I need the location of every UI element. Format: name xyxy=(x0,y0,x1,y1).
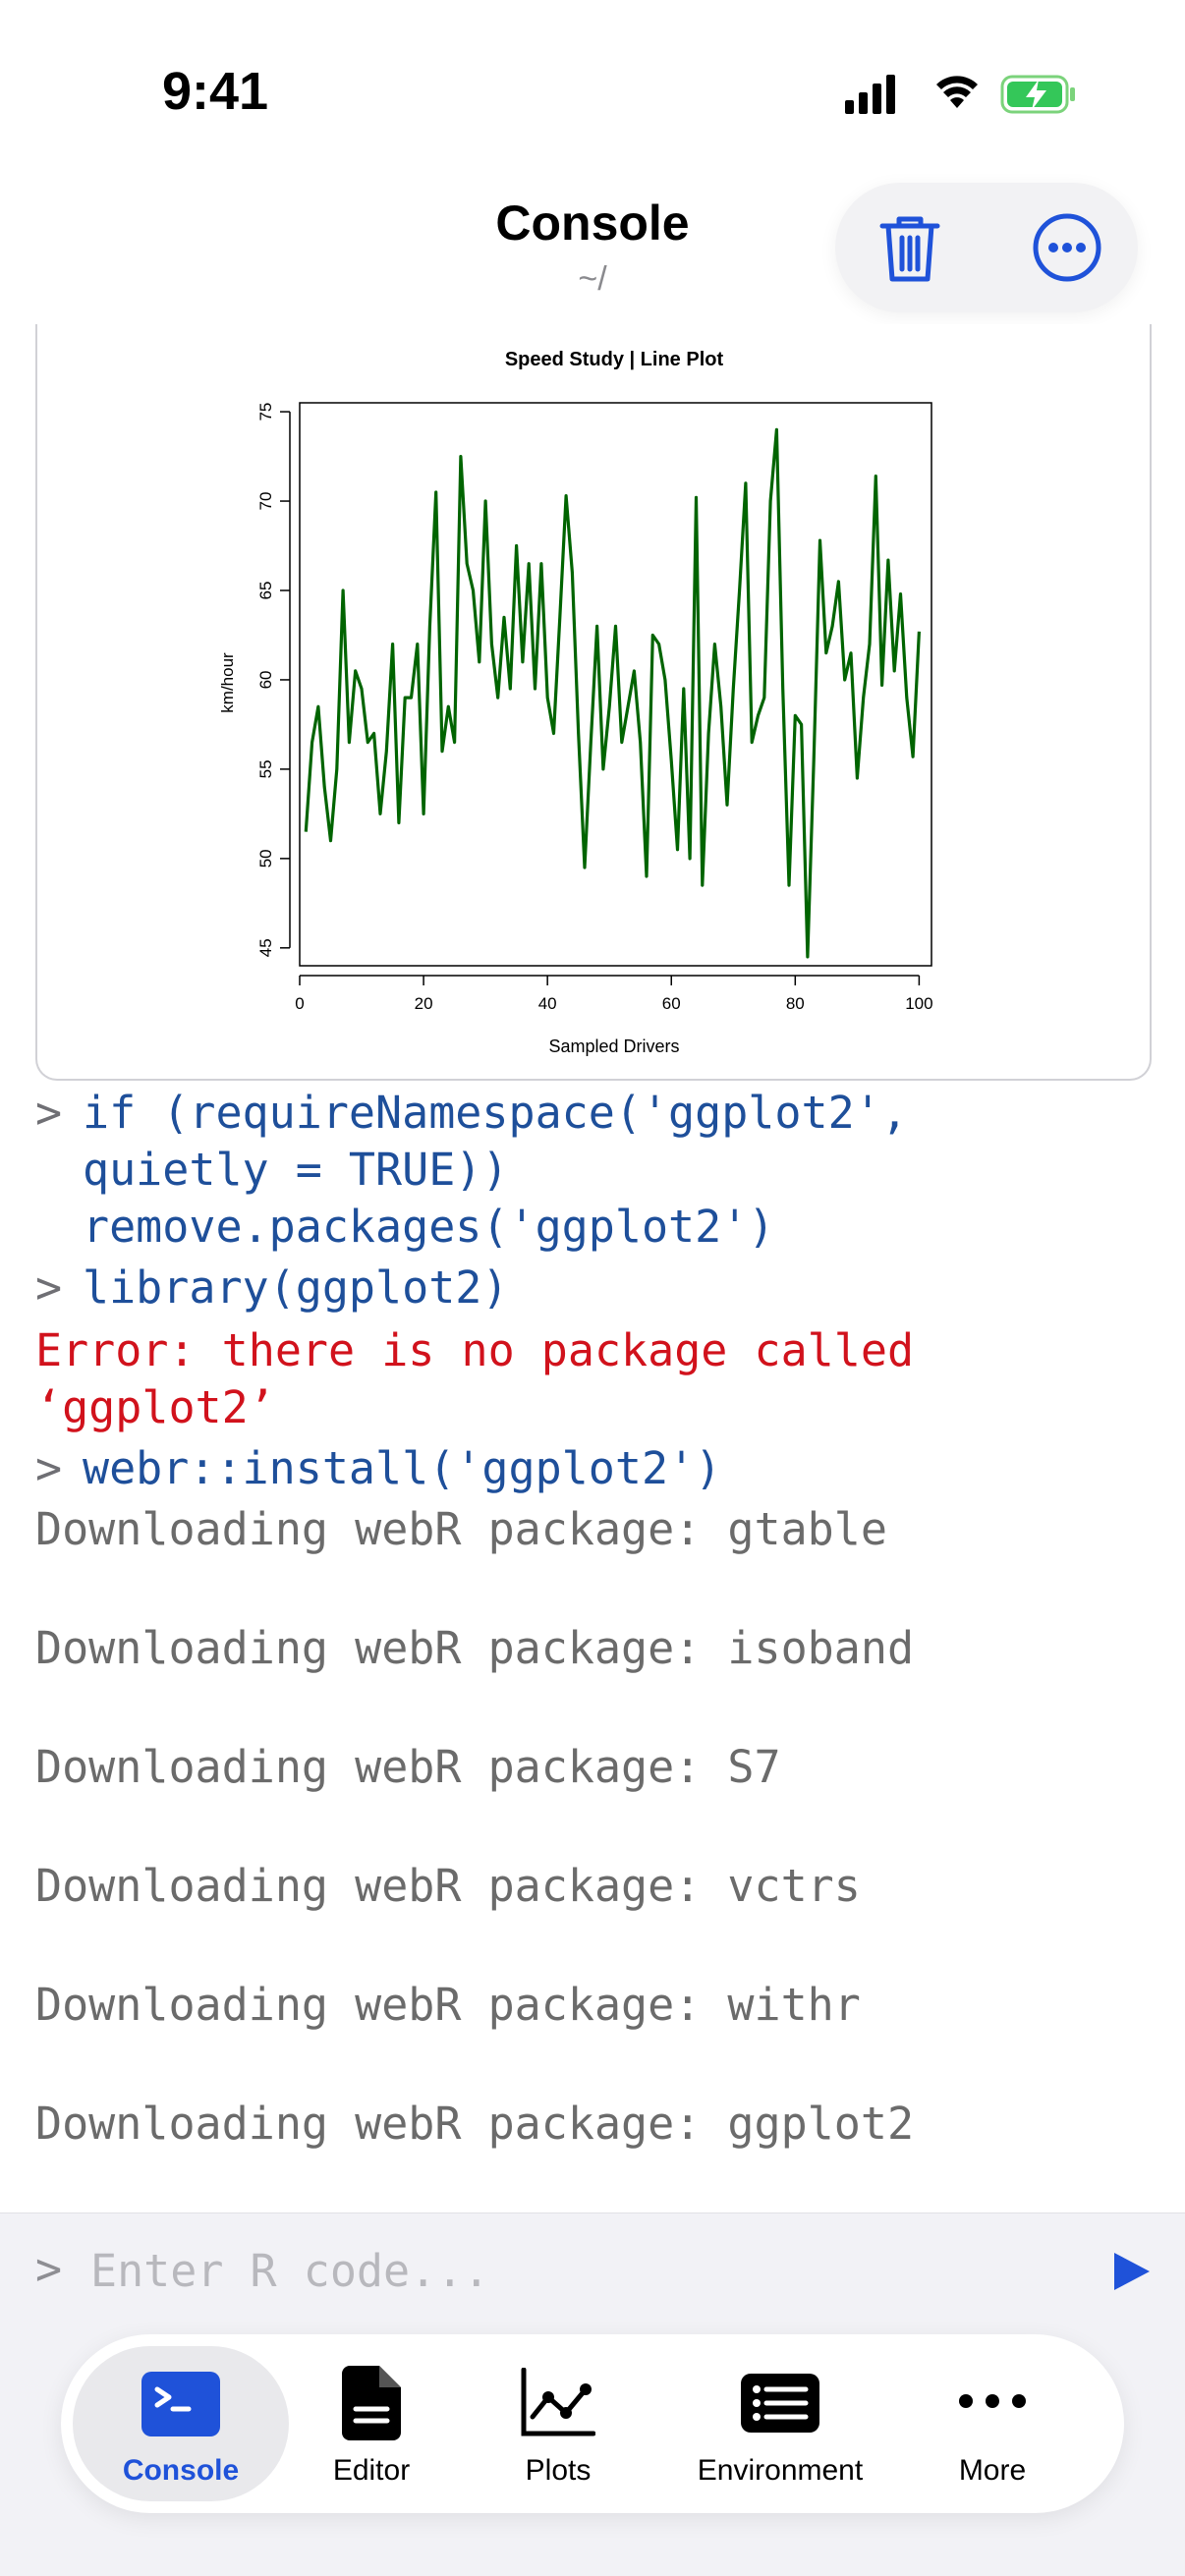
code-input[interactable] xyxy=(88,2235,1075,2306)
output-message: Downloading webR package: isoband xyxy=(35,1622,915,1674)
x-tick-label: 40 xyxy=(538,994,557,1013)
tab-more[interactable]: More xyxy=(924,2346,1061,2501)
x-axis-label: Sampled Drivers xyxy=(548,1036,679,1056)
tab-label: Console xyxy=(122,2454,240,2487)
y-tick-label: 70 xyxy=(256,492,275,511)
tab-editor[interactable]: Editor xyxy=(303,2346,440,2501)
console-output: > if (requireNamespace('ggplot2', quietly… xyxy=(35,1085,1165,2153)
output-message: Downloading webR package: withr xyxy=(35,1979,861,2031)
command-line: > webr::install('ggplot2') xyxy=(35,1440,1165,1497)
trash-icon[interactable] xyxy=(873,210,947,285)
command-text: if (requireNamespace('ggplot2', xyxy=(83,1087,908,1139)
y-tick-label: 65 xyxy=(256,582,275,600)
command-line: > library(ggplot2) xyxy=(35,1260,1165,1316)
status-time: 9:41 xyxy=(162,62,269,121)
error-message: ‘ggplot2’ xyxy=(35,1381,275,1433)
tab-environment[interactable]: Environment xyxy=(672,2346,888,2501)
command-line: > if (requireNamespace('ggplot2', xyxy=(35,1085,1165,1142)
document-icon xyxy=(342,2366,401,2440)
x-tick-label: 80 xyxy=(786,994,805,1013)
tab-bar: Console Editor Plots Environment More xyxy=(61,2334,1124,2513)
terminal-icon xyxy=(141,2372,220,2436)
more-options-icon[interactable] xyxy=(1030,210,1104,285)
input-prompt: > xyxy=(35,2243,63,2295)
list-icon xyxy=(741,2374,819,2433)
prompt-symbol: > xyxy=(35,1261,63,1314)
command-continuation: quietly = TRUE)) xyxy=(83,1144,509,1196)
tab-console[interactable]: Console xyxy=(73,2346,289,2501)
series-line xyxy=(304,427,921,959)
plot-output: Speed Study | Line Plot 0 20 40 60 80 100 45 5… xyxy=(35,324,1152,1081)
prompt-symbol: > xyxy=(35,1442,63,1494)
x-tick-label: 20 xyxy=(415,994,433,1013)
plot-title: Speed Study | Line Plot xyxy=(505,349,724,370)
wifi-icon xyxy=(936,76,978,108)
y-axis: 45 50 55 60 65 70 75 xyxy=(256,403,291,957)
command-continuation: remove.packages('ggplot2') xyxy=(83,1201,775,1253)
x-tick-label: 100 xyxy=(905,994,932,1013)
x-tick-label: 0 xyxy=(295,994,304,1013)
x-axis: 0 20 40 60 80 100 xyxy=(295,975,933,1013)
series-group xyxy=(304,427,921,959)
tab-label: Editor xyxy=(332,2454,411,2487)
battery-charging-icon xyxy=(1000,75,1075,114)
header-actions xyxy=(835,183,1138,312)
status-icons xyxy=(845,75,1075,114)
code-input-bar: > xyxy=(0,2212,1185,2329)
y-tick-label: 75 xyxy=(256,403,275,421)
y-tick-label: 50 xyxy=(256,849,275,868)
tab-label: Plots xyxy=(525,2454,592,2487)
ellipsis-icon xyxy=(959,2394,1026,2408)
y-tick-label: 60 xyxy=(256,670,275,689)
cellular-signal-icon xyxy=(845,75,895,114)
prompt-symbol: > xyxy=(35,1087,63,1139)
tab-plots[interactable]: Plots xyxy=(489,2346,627,2501)
output-message: Downloading webR package: S7 xyxy=(35,1741,781,1793)
x-tick-label: 60 xyxy=(662,994,681,1013)
output-message: Downloading webR package: gtable xyxy=(35,1503,887,1555)
tab-label: Environment xyxy=(697,2454,864,2487)
error-message: Error: there is no package called xyxy=(35,1324,915,1376)
output-message: Downloading webR package: ggplot2 xyxy=(35,2098,915,2150)
y-tick-label: 55 xyxy=(256,759,275,778)
run-icon[interactable] xyxy=(1108,2249,1154,2294)
y-axis-label: km/hour xyxy=(218,652,237,713)
command-text: webr::install('ggplot2') xyxy=(83,1442,722,1494)
line-chart-icon xyxy=(521,2368,595,2436)
tab-label: More xyxy=(958,2454,1027,2487)
y-tick-label: 45 xyxy=(256,938,275,957)
status-bar: 9:41 xyxy=(0,0,1185,187)
line-plot: Speed Study | Line Plot 0 20 40 60 80 100 45 5… xyxy=(218,349,933,1056)
output-message: Downloading webR package: vctrs xyxy=(35,1860,861,1912)
command-text: library(ggplot2) xyxy=(83,1261,509,1314)
